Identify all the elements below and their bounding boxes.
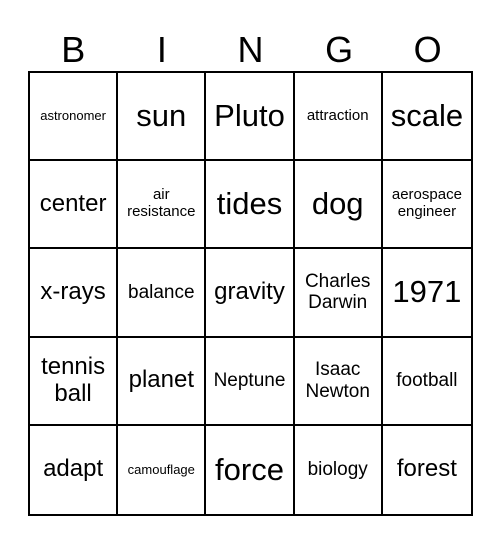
header-letter-o: O bbox=[413, 29, 442, 70]
bingo-cell[interactable]: biology bbox=[295, 425, 383, 514]
bingo-cell-text: scale bbox=[390, 97, 464, 133]
header-letter-g: G bbox=[325, 29, 354, 70]
bingo-cell-text: force bbox=[215, 451, 284, 487]
bingo-header: B I N G O bbox=[29, 28, 472, 72]
bingo-cell[interactable]: tennis ball bbox=[30, 337, 119, 426]
bingo-cell-text: tides bbox=[216, 185, 283, 221]
bingo-cell[interactable]: football bbox=[382, 338, 471, 426]
bingo-cell[interactable]: balance bbox=[118, 249, 207, 338]
bingo-cell-text: Neptune bbox=[213, 370, 286, 392]
bingo-cell[interactable]: astronomer bbox=[30, 73, 119, 162]
bingo-cell[interactable]: forest bbox=[383, 426, 471, 514]
bingo-cell[interactable]: gravity bbox=[206, 249, 295, 338]
bingo-cell[interactable]: Neptune bbox=[206, 337, 295, 426]
bingo-cell-text: camouflage bbox=[127, 461, 195, 477]
bingo-cell-text: center bbox=[39, 189, 107, 217]
bingo-cell-text: balance bbox=[128, 281, 195, 303]
bingo-cell-text: forest bbox=[396, 455, 457, 483]
header-letter-i: I bbox=[156, 29, 167, 70]
header-letter-n: N bbox=[237, 29, 264, 70]
bingo-cell-text: sun bbox=[136, 97, 187, 133]
bingo-cell[interactable]: scale bbox=[382, 73, 471, 162]
bingo-cell-text: tennis ball bbox=[41, 352, 106, 407]
bingo-cell-text: aerospace engineer bbox=[391, 186, 462, 221]
bingo-cell-text: air resistance bbox=[127, 186, 196, 221]
bingo-cell[interactable]: Isaac Newton bbox=[294, 337, 383, 426]
bingo-cell-text: football bbox=[396, 370, 458, 392]
bingo-cell[interactable]: adapt bbox=[30, 425, 119, 514]
bingo-cell[interactable]: force bbox=[206, 425, 295, 514]
bingo-cell-text: Pluto bbox=[214, 97, 285, 133]
bingo-cell-text: astronomer bbox=[40, 107, 106, 123]
bingo-cell-text: 1971 bbox=[392, 274, 462, 310]
bingo-cell[interactable]: attraction bbox=[294, 73, 383, 162]
bingo-cell-text: Charles Darwin bbox=[304, 271, 371, 314]
bingo-grid: astronomer sun Pluto attraction scale center a… bbox=[28, 71, 473, 516]
bingo-cell-text: biology bbox=[307, 459, 368, 481]
bingo-cell[interactable]: dog bbox=[294, 161, 383, 250]
bingo-cell-text: adapt bbox=[43, 455, 104, 483]
bingo-cell[interactable]: Charles Darwin bbox=[294, 249, 383, 338]
bingo-cell-text: planet bbox=[128, 366, 194, 394]
bingo-cell-text: Isaac Newton bbox=[305, 359, 370, 402]
bingo-cell-text: attraction bbox=[306, 106, 369, 124]
bingo-cell[interactable]: camouflage bbox=[118, 425, 207, 514]
bingo-cell[interactable]: tides bbox=[206, 161, 295, 250]
bingo-cell[interactable]: 1971 bbox=[382, 249, 471, 338]
bingo-cell-text: x-rays bbox=[40, 278, 106, 306]
bingo-cell[interactable]: Pluto bbox=[206, 73, 295, 162]
header-letter-b: B bbox=[61, 29, 86, 70]
bingo-cell[interactable]: planet bbox=[118, 337, 207, 426]
bingo-cell[interactable]: sun bbox=[118, 73, 207, 162]
bingo-cell-text: dog bbox=[311, 185, 364, 221]
bingo-cell-text: gravity bbox=[214, 278, 285, 306]
bingo-cell[interactable]: air resistance bbox=[118, 161, 207, 250]
bingo-cell[interactable]: aerospace engineer bbox=[382, 161, 471, 250]
bingo-cell[interactable]: x-rays bbox=[30, 249, 119, 338]
bingo-cell[interactable]: center bbox=[30, 161, 119, 250]
